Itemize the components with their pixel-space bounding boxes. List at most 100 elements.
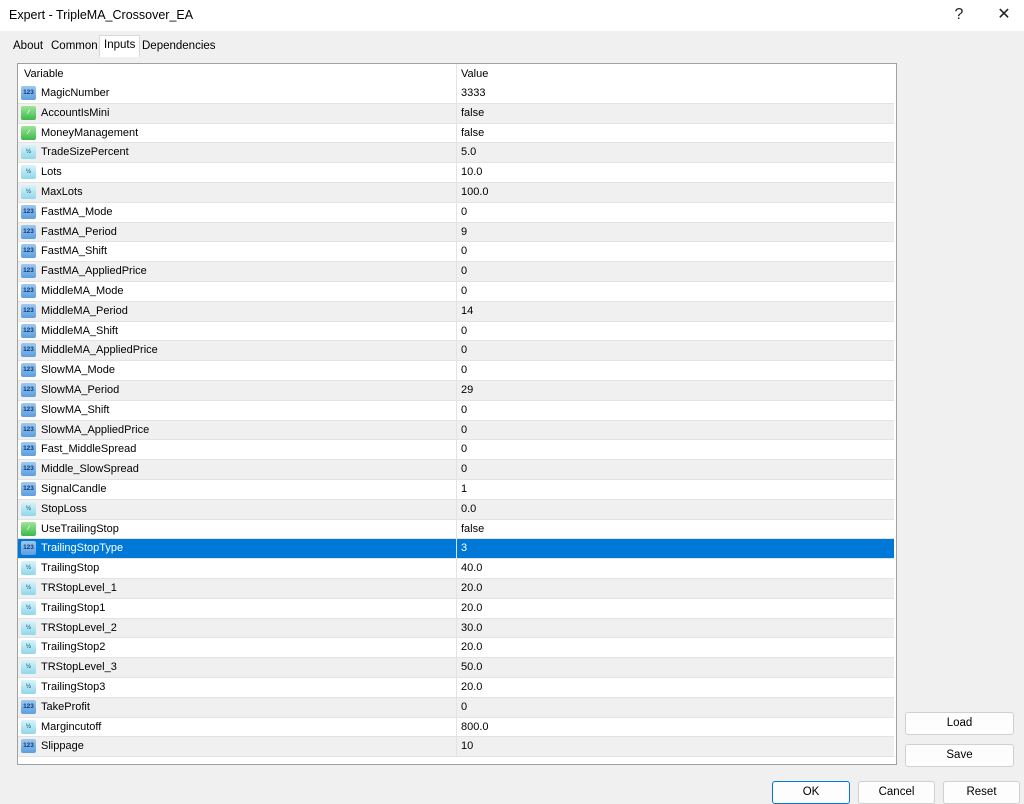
variable-value[interactable]: 0 (461, 404, 467, 416)
table-row[interactable]: 123 SlowMA_Period 29 (18, 381, 894, 401)
variable-value[interactable]: 100.0 (461, 186, 489, 198)
variable-name: FastMA_Mode (41, 205, 113, 218)
table-row[interactable]: 123 FastMA_Mode 0 (18, 202, 894, 223)
variable-value[interactable]: 0 (461, 325, 467, 337)
value-cell-divider (456, 658, 457, 677)
tab-dependencies[interactable]: Dependencies (138, 37, 220, 56)
variable-value[interactable]: 20.0 (461, 681, 482, 693)
table-row[interactable]: ½ TrailingStop1 20.0 (18, 598, 894, 619)
tab-common[interactable]: Common (47, 37, 102, 56)
variable-value[interactable]: 0 (461, 245, 467, 257)
table-row[interactable]: 123 SignalCandle 1 (18, 480, 894, 500)
table-row[interactable]: ½ TRStopLevel_3 50.0 (18, 658, 894, 678)
variable-value[interactable]: 3333 (461, 87, 485, 99)
tab-inputs[interactable]: Inputs (99, 35, 141, 57)
variable-value[interactable]: 20.0 (461, 582, 482, 594)
column-divider[interactable] (456, 64, 457, 84)
variable-value[interactable]: 20.0 (461, 602, 482, 614)
variable-value[interactable]: 0 (461, 424, 467, 436)
value-cell-divider (456, 717, 457, 737)
variable-value[interactable]: 0 (461, 443, 467, 455)
variable-value[interactable]: 5.0 (461, 146, 476, 158)
table-row[interactable]: ½ TrailingStop2 20.0 (18, 638, 894, 659)
variable-value[interactable]: 50.0 (461, 661, 482, 673)
variable-value[interactable]: 1 (461, 483, 467, 495)
integer-123-icon: 123 (21, 442, 36, 457)
reset-button[interactable]: Reset (943, 781, 1020, 804)
close-button[interactable]: ✕ (989, 4, 1019, 26)
variable-value[interactable]: 0 (461, 463, 467, 475)
variable-value[interactable]: 0 (461, 265, 467, 277)
variable-value[interactable]: 0 (461, 701, 467, 713)
table-row[interactable]: ½ MaxLots 100.0 (18, 183, 894, 203)
double-half-icon: ½ (21, 620, 36, 635)
variable-value[interactable]: 0 (461, 344, 467, 356)
table-row[interactable]: ½ StopLoss 0.0 (18, 499, 894, 520)
variable-name: Slippage (41, 740, 84, 753)
variable-value[interactable]: false (461, 127, 484, 139)
integer-123-icon: 123 (21, 482, 36, 496)
table-row[interactable]: 123 SlowMA_Shift 0 (18, 400, 894, 421)
double-half-icon: ½ (21, 581, 36, 595)
table-row[interactable]: 123 MiddleMA_AppliedPrice 0 (18, 341, 894, 362)
inputs-grid[interactable]: Variable Value 123 MagicNumber 3333 ⁄ Accoun… (17, 63, 897, 765)
table-row[interactable]: 123 Slippage 10 (18, 737, 894, 758)
table-row[interactable]: 123 MiddleMA_Period 14 (18, 301, 894, 322)
table-row[interactable]: 123 TakeProfit 0 (18, 697, 894, 718)
table-row[interactable]: 123 Middle_SlowSpread 0 (18, 460, 894, 480)
variable-value[interactable]: false (461, 523, 484, 535)
table-row[interactable]: 123 FastMA_Shift 0 (18, 242, 894, 263)
table-row[interactable]: 123 MiddleMA_Shift 0 (18, 321, 894, 342)
variable-value[interactable]: 30.0 (461, 622, 482, 634)
table-row[interactable]: 123 Fast_MiddleSpread 0 (18, 440, 894, 461)
table-row[interactable]: 123 FastMA_AppliedPrice 0 (18, 262, 894, 282)
table-row[interactable]: 123 SlowMA_Mode 0 (18, 361, 894, 381)
load-button[interactable]: Load (905, 712, 1014, 735)
variable-value[interactable]: 0 (461, 364, 467, 376)
ok-button[interactable]: OK (772, 781, 850, 804)
table-row[interactable]: ½ Lots 10.0 (18, 163, 894, 183)
variable-value[interactable]: 0.0 (461, 503, 476, 515)
variable-value[interactable]: 3 (461, 542, 467, 554)
variable-value[interactable]: 0 (461, 206, 467, 218)
table-row[interactable]: ½ TRStopLevel_2 30.0 (18, 618, 894, 639)
table-row[interactable]: ½ TrailingStop 40.0 (18, 559, 894, 579)
variable-value[interactable]: 14 (461, 305, 473, 317)
double-half-icon: ½ (21, 561, 36, 576)
help-button[interactable]: ? (944, 4, 974, 26)
save-button[interactable]: Save (905, 744, 1014, 767)
variable-value[interactable]: 0 (461, 285, 467, 297)
variable-name: TrailingStop1 (41, 601, 106, 614)
table-row[interactable]: 123 SlowMA_AppliedPrice 0 (18, 420, 894, 441)
table-row[interactable]: ½ TrailingStop3 20.0 (18, 678, 894, 698)
table-row[interactable]: ⁄ MoneyManagement false (18, 123, 894, 144)
variable-name: SlowMA_Mode (41, 364, 115, 377)
variable-value[interactable]: 10 (461, 740, 473, 752)
cancel-button[interactable]: Cancel (858, 781, 935, 804)
variable-value[interactable]: 20.0 (461, 641, 482, 653)
value-cell-divider (456, 460, 457, 479)
column-header-value[interactable]: Value (461, 68, 488, 80)
variable-value[interactable]: 29 (461, 384, 473, 396)
variable-value[interactable]: 800.0 (461, 721, 489, 733)
variable-value[interactable]: 9 (461, 226, 467, 238)
table-row[interactable]: ½ TRStopLevel_1 20.0 (18, 579, 894, 599)
integer-123-icon: 123 (21, 303, 36, 318)
boolean-chart-icon: ⁄ (21, 105, 36, 120)
variable-value[interactable]: 40.0 (461, 562, 482, 574)
column-header-variable[interactable]: Variable (24, 68, 64, 80)
tab-about[interactable]: About (9, 37, 47, 56)
table-row[interactable]: 123 MiddleMA_Mode 0 (18, 282, 894, 302)
table-row[interactable]: ⁄ AccountIsMini false (18, 103, 894, 124)
table-row[interactable]: ½ TradeSizePercent 5.0 (18, 143, 894, 164)
integer-123-icon: 123 (21, 462, 36, 477)
table-row[interactable]: 123 FastMA_Period 9 (18, 222, 894, 243)
table-row[interactable]: ½ Margincutoff 800.0 (18, 717, 894, 738)
table-row[interactable]: ⁄ UseTrailingStop false (18, 519, 894, 540)
table-row[interactable]: 123 MagicNumber 3333 (18, 84, 894, 104)
variable-value[interactable]: false (461, 107, 484, 119)
boolean-chart-icon: ⁄ (21, 521, 36, 536)
table-row[interactable]: 123 TrailingStopType 3 (18, 539, 894, 560)
variable-value[interactable]: 10.0 (461, 166, 482, 178)
variable-name: MiddleMA_Shift (41, 324, 119, 337)
